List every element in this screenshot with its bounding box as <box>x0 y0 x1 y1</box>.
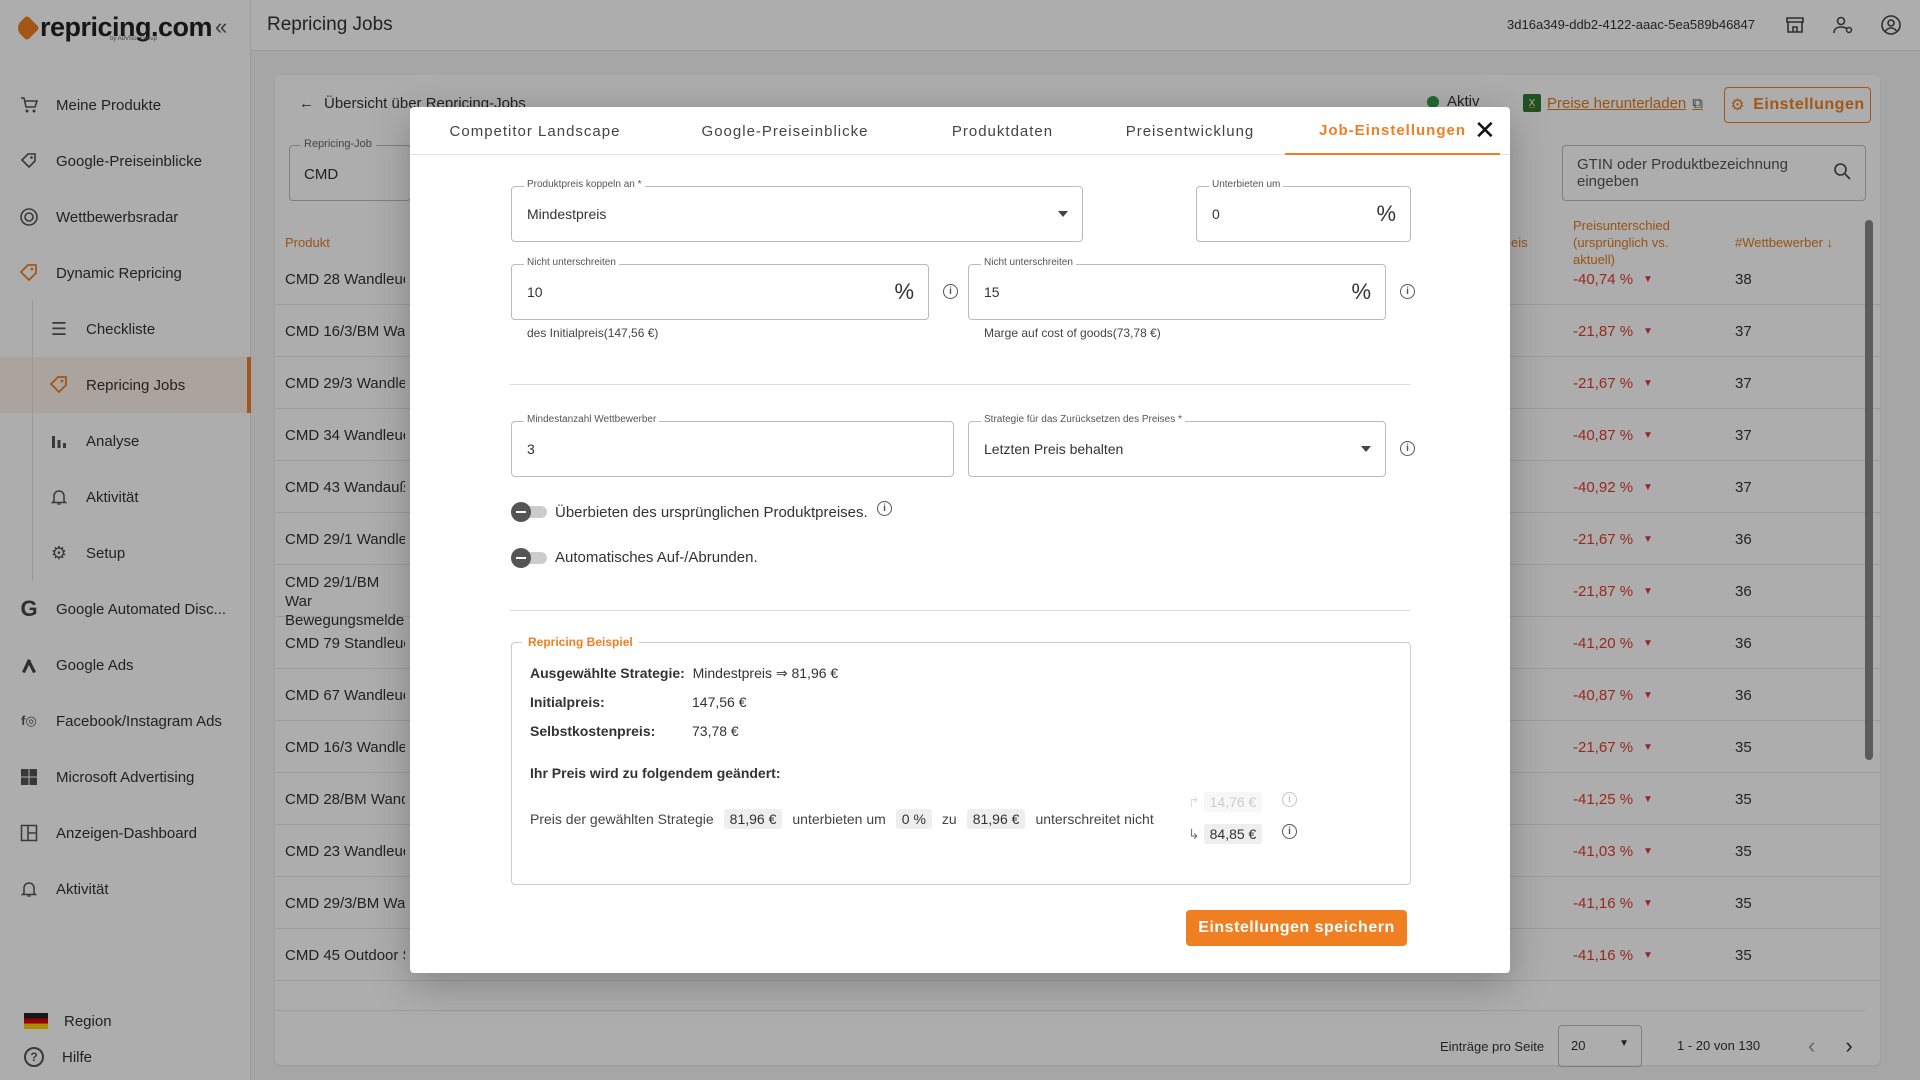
tab-google-preiseinblicke[interactable]: Google-Preiseinblicke <box>660 107 910 155</box>
undercut-input[interactable]: Unterbieten um 0 % <box>1196 179 1411 242</box>
tab-competitor-landscape[interactable]: Competitor Landscape <box>410 107 660 155</box>
initial-value: 147,56 € <box>692 694 747 710</box>
reset-strategy-select[interactable]: Strategie für das Zurücksetzen des Preis… <box>968 414 1386 477</box>
not-below1-helper: des Initialpreis(147,56 €) <box>527 326 659 340</box>
divider <box>510 610 1410 611</box>
not-below2-helper: Marge auf cost of goods(73,78 €) <box>984 326 1161 340</box>
cost-key: Selbstkostenpreis: <box>530 723 656 739</box>
branch-1-value: 14,76 € <box>1203 792 1263 812</box>
chain-text-2: unterbieten um <box>792 811 886 827</box>
reset-value: Letzten Preis behalten <box>984 441 1124 457</box>
chain-pill-1: 81,96 € <box>723 809 783 829</box>
initial-key: Initialpreis: <box>530 694 605 710</box>
branch-2-value: 84,85 € <box>1203 824 1263 844</box>
chain-pill-3: 81,96 € <box>966 809 1026 829</box>
chain-pill-2: 0 % <box>895 809 932 829</box>
info-icon[interactable]: i <box>877 501 892 516</box>
reset-label: Strategie für das Zurücksetzen des Preis… <box>981 414 1185 425</box>
chain-text-4: unterschreitet nicht <box>1035 811 1154 827</box>
couple-price-select[interactable]: Produktpreis koppeln an * Mindestpreis <box>511 179 1083 242</box>
product-detail-modal: Competitor Landscape Google-Preiseinblic… <box>410 107 1510 973</box>
percent-icon: % <box>894 279 914 304</box>
repricing-example: Repricing Beispiel Ausgewählte Strategie… <box>511 635 1411 885</box>
example-heading: Ihr Preis wird zu folgendem geändert: <box>530 765 781 781</box>
dropdown-caret-icon <box>1361 446 1371 452</box>
divider <box>510 384 1410 385</box>
info-icon[interactable]: i <box>943 284 958 299</box>
not-below2-value: 15 <box>984 284 1000 300</box>
min-comp-label: Mindestanzahl Wettbewerber <box>524 414 660 425</box>
undercut-value: 0 <box>1212 206 1220 222</box>
toggle-knob <box>511 502 531 522</box>
rounding-label: Automatisches Auf-/Abrunden. <box>555 549 758 566</box>
tab-preisentwicklung[interactable]: Preisentwicklung <box>1095 107 1285 155</box>
branch-arrow-icon: ↳ <box>1188 826 1200 842</box>
couple-value: Mindestpreis <box>527 206 607 222</box>
min-comp-value: 3 <box>527 441 535 457</box>
percent-icon: % <box>1376 201 1396 226</box>
not-below1-value: 10 <box>527 284 543 300</box>
min-margin-input[interactable]: Nicht unterschreiten 15 % <box>968 257 1386 320</box>
not-below1-label: Nicht unterschreiten <box>524 257 619 268</box>
couple-label: Produktpreis koppeln an * <box>524 179 645 190</box>
tab-job-einstellungen[interactable]: Job-Einstellungen <box>1285 107 1500 155</box>
min-competitors-input[interactable]: Mindestanzahl Wettbewerber 3 <box>511 414 954 477</box>
rounding-toggle[interactable] <box>511 548 547 568</box>
undercut-label: Unterbieten um <box>1209 179 1284 190</box>
overbid-label: Überbieten des ursprünglichen Produktpre… <box>555 504 868 521</box>
example-title: Repricing Beispiel <box>522 635 639 649</box>
percent-icon: % <box>1351 279 1371 304</box>
save-settings-button[interactable]: Einstellungen speichern <box>1186 910 1407 946</box>
toggle-knob <box>511 548 531 568</box>
info-icon[interactable]: i <box>1282 792 1297 807</box>
info-icon[interactable]: i <box>1400 441 1415 456</box>
chain-text-3: zu <box>941 811 957 827</box>
example-cost: Selbstkostenpreis: 73,78 € <box>530 723 739 739</box>
branch-2: ↳ 84,85 € <box>1188 824 1263 844</box>
overbid-toggle[interactable] <box>511 502 547 522</box>
modal-tabs: Competitor Landscape Google-Preiseinblic… <box>410 107 1510 155</box>
dropdown-caret-icon <box>1058 211 1068 217</box>
example-chain: Preis der gewählten Strategie 81,96 € un… <box>530 809 1154 829</box>
close-icon[interactable]: ✕ <box>1474 117 1496 143</box>
info-icon[interactable]: i <box>1282 824 1297 839</box>
strategy-value: Mindestpreis ⇒ 81,96 € <box>692 665 839 681</box>
cost-value: 73,78 € <box>692 723 739 739</box>
not-below2-label: Nicht unterschreiten <box>981 257 1076 268</box>
strategy-key: Ausgewählte Strategie: <box>530 665 685 681</box>
chain-text-1: Preis der gewählten Strategie <box>530 811 714 827</box>
example-strategy: Ausgewählte Strategie: Mindestpreis ⇒ 81… <box>530 665 838 682</box>
tab-produktdaten[interactable]: Produktdaten <box>910 107 1095 155</box>
example-initial: Initialpreis: 147,56 € <box>530 694 747 710</box>
info-icon[interactable]: i <box>1400 284 1415 299</box>
branch-1: ↱ 14,76 € <box>1188 792 1263 812</box>
min-initial-input[interactable]: Nicht unterschreiten 10 % <box>511 257 929 320</box>
branch-arrow-icon: ↱ <box>1188 794 1200 810</box>
